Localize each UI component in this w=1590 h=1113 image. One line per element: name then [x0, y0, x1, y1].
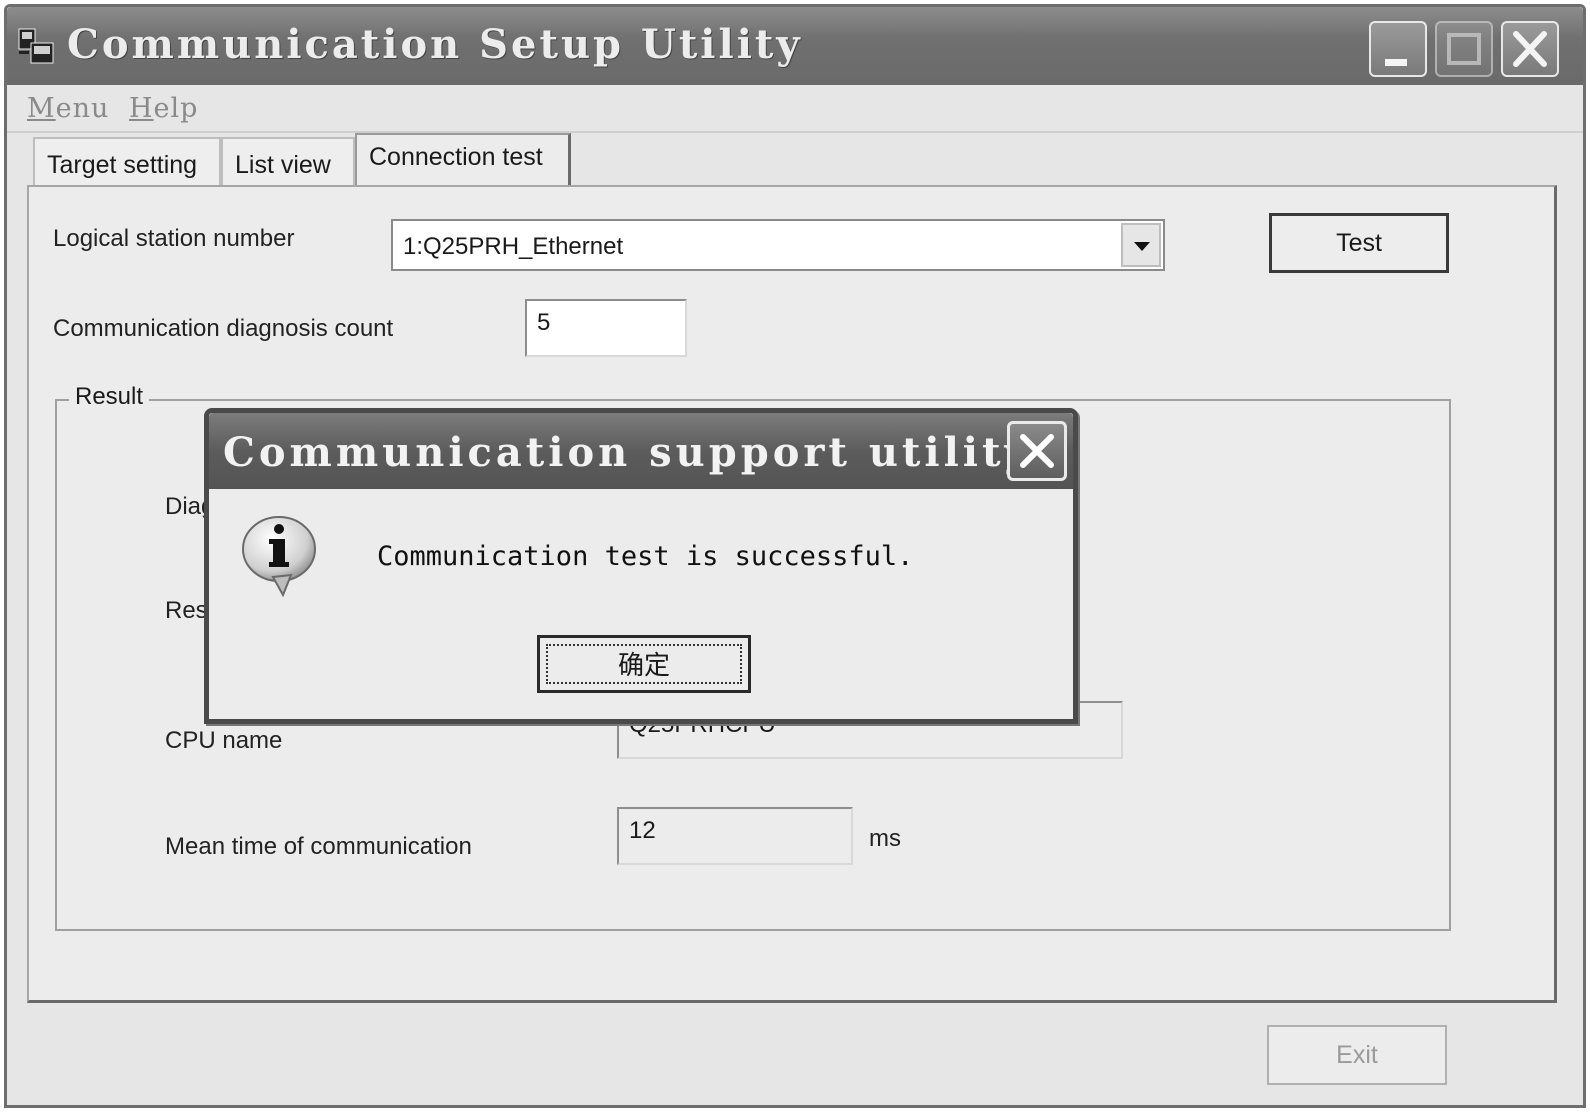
close-icon — [1513, 31, 1547, 67]
window-titlebar[interactable]: Communication Setup Utility — [7, 7, 1583, 85]
mean-time-unit: ms — [869, 825, 901, 852]
close-button[interactable] — [1501, 21, 1559, 77]
diag-count-label: Communication diagnosis count — [53, 315, 394, 342]
cpu-name-label: CPU name — [165, 727, 283, 754]
window-title: Communication Setup Utility — [67, 21, 803, 68]
menu-menu-mnemonic: M — [27, 93, 56, 124]
menu-help-mnemonic: H — [129, 93, 154, 124]
tab-target-setting[interactable]: Target setting — [33, 137, 221, 189]
dialog-title: Communication support utility — [223, 429, 1032, 476]
dialog-close-button[interactable] — [1007, 421, 1067, 481]
ok-button[interactable]: 确定 — [537, 635, 751, 693]
test-button[interactable]: Test — [1269, 213, 1449, 273]
mean-time-label: Mean time of communication — [165, 833, 472, 860]
exit-button[interactable]: Exit — [1267, 1025, 1447, 1085]
result-legend: Result — [69, 383, 150, 411]
minimize-button[interactable] — [1369, 21, 1427, 77]
tab-list-view[interactable]: List view — [221, 137, 355, 189]
info-icon — [242, 516, 316, 597]
app-icon — [18, 28, 54, 64]
result-status-label: Res — [165, 597, 208, 624]
menu-menu[interactable]: Menu — [27, 93, 109, 124]
logical-station-select[interactable]: 1:Q25PRH_Ethernet — [391, 219, 1165, 271]
chevron-down-icon[interactable] — [1121, 223, 1161, 267]
message-dialog: Communication support utility Communicat… — [204, 408, 1078, 724]
menu-help-label: elp — [153, 93, 199, 124]
menubar: Menu Help — [7, 85, 1583, 133]
maximize-button[interactable] — [1435, 21, 1493, 77]
logical-station-value: 1:Q25PRH_Ethernet — [403, 233, 624, 260]
close-icon — [1020, 434, 1054, 468]
diag-count-input[interactable]: 5 — [525, 299, 687, 357]
ok-button-label: 确定 — [546, 644, 742, 684]
mean-time-field: 12 — [617, 807, 853, 865]
maximize-icon — [1447, 33, 1481, 65]
tab-connection-test[interactable]: Connection test — [355, 133, 571, 189]
minimize-icon — [1385, 59, 1407, 66]
menu-help[interactable]: Help — [129, 93, 198, 124]
menu-menu-label: enu — [55, 93, 110, 124]
logical-station-label: Logical station number — [53, 225, 295, 252]
dialog-message: Communication test is successful. — [377, 541, 914, 572]
dialog-titlebar[interactable]: Communication support utility — [209, 413, 1073, 489]
